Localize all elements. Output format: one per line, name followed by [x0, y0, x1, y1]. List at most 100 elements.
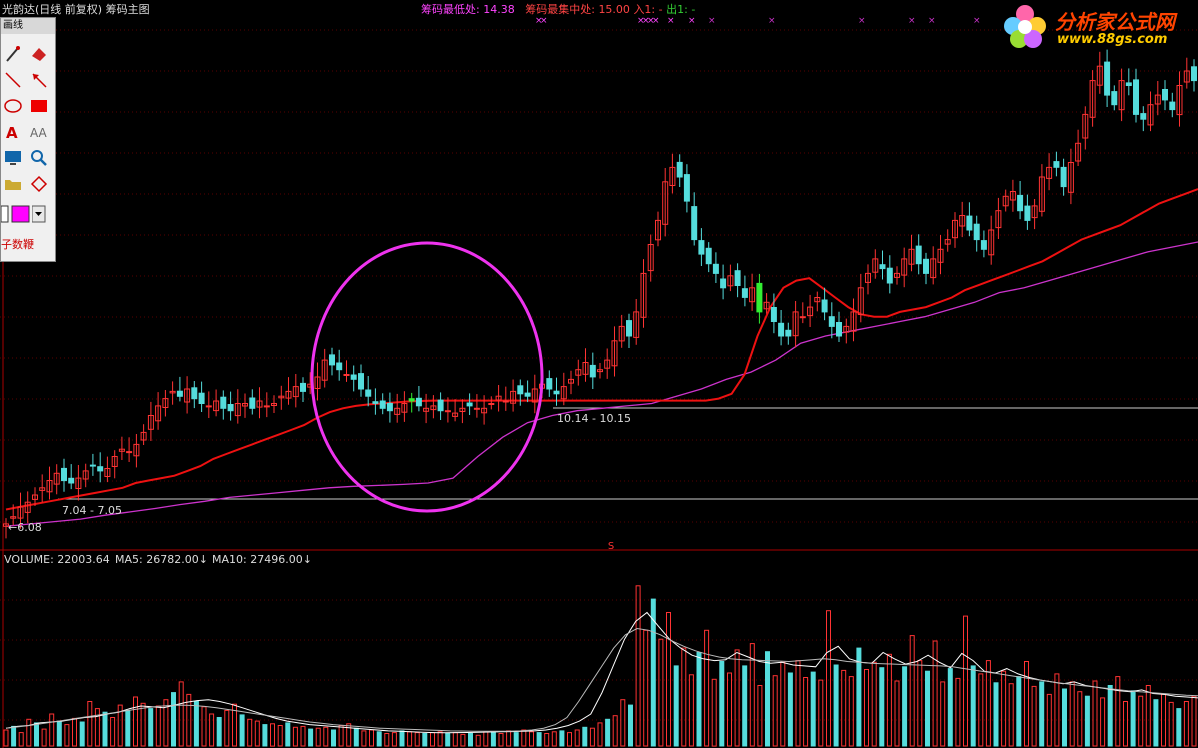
volume-bar [292, 726, 298, 747]
volume-bar [1130, 690, 1136, 747]
diamond-icon[interactable] [29, 174, 51, 194]
candle-body [444, 410, 451, 413]
volume-bar [993, 682, 999, 747]
candle-body [785, 329, 792, 337]
volume-bar [102, 711, 108, 747]
volume-bar [353, 727, 359, 747]
drawing-toolbox[interactable]: 画线 A AA 子数鞭 [0, 17, 56, 262]
candle-body [1104, 61, 1111, 96]
volume-bar [1107, 685, 1113, 747]
candle-body [799, 316, 806, 319]
candles [3, 49, 1197, 539]
candle-body [198, 392, 205, 405]
volume-bar [270, 723, 275, 747]
volume-bar [422, 733, 428, 747]
candle-body [205, 405, 212, 408]
volume-bar [818, 679, 824, 747]
volume-bar [536, 732, 542, 747]
volume-bar [490, 732, 496, 747]
volume-bar [79, 721, 85, 747]
volume-bar [955, 677, 961, 747]
candle-body [1125, 82, 1132, 87]
monitor-icon[interactable] [3, 148, 25, 168]
volume-bar [308, 728, 314, 747]
volume-ma5-label: MA5: 26782.00↓ [115, 553, 208, 566]
candle-body [698, 240, 705, 255]
price-min-label: ←6.08 [8, 521, 42, 534]
volume-bar [1024, 661, 1029, 747]
volume-bar [597, 722, 603, 747]
volume-bar [1183, 701, 1189, 747]
chart-area[interactable]: ×× ×××× × × × × × × × ×←6.087.04 - 7.0510.14 - 10… [0, 0, 1198, 748]
candle-body [886, 267, 893, 284]
ellipse-tool-icon[interactable] [3, 96, 25, 116]
candle-body [546, 378, 553, 390]
volume-bar [666, 612, 671, 747]
signal-mark: × [667, 16, 675, 26]
candle-body [756, 282, 763, 313]
arrow-tool-icon[interactable] [29, 70, 51, 90]
volume-bar [64, 724, 70, 747]
candle-body [828, 316, 835, 327]
color-swatch-magenta[interactable] [11, 204, 33, 224]
volume-bar [18, 732, 24, 747]
candle-body [778, 322, 785, 337]
volume-bar [445, 733, 451, 747]
candle-body [473, 407, 480, 410]
rectangle-tool-icon[interactable] [29, 96, 51, 116]
candle-body [1024, 205, 1031, 221]
candle-body [1140, 113, 1147, 120]
volume-bar [978, 673, 984, 747]
volume-bar [963, 615, 968, 747]
volume-bar [909, 635, 915, 747]
volume-bar [26, 718, 32, 747]
candle-body [386, 402, 393, 412]
toolbox-title: 画线 [1, 18, 55, 34]
chip-info: 筹码最低处: 14.38 筹码最集中处: 15.00 入1: - 出1: - [421, 1, 695, 17]
volume-bar [125, 709, 131, 747]
candle-body [923, 258, 929, 274]
volume-bar [589, 727, 595, 747]
volume-bar [437, 731, 443, 747]
chevron-down-icon[interactable] [31, 204, 46, 224]
candle-body [691, 206, 698, 241]
candle-body [466, 402, 473, 407]
volume-ma10-label: MA10: 27496.00↓ [212, 553, 312, 566]
text-tool-icon[interactable]: A [3, 122, 25, 142]
pen-icon[interactable] [3, 44, 25, 64]
candle-body [126, 451, 133, 454]
volume-bar [148, 708, 154, 747]
folder-icon[interactable] [3, 174, 25, 194]
volume-bar [879, 667, 885, 747]
magnifier-icon[interactable] [29, 148, 51, 168]
color-swatch-white[interactable] [0, 204, 9, 224]
volume-bar [391, 732, 397, 747]
ma-red-line [5, 188, 1198, 511]
volume-bar [1054, 673, 1060, 747]
candle-body [1017, 194, 1024, 212]
candle-body [249, 397, 256, 409]
eraser-icon[interactable] [29, 44, 51, 64]
candle-body [626, 320, 632, 337]
candle-body [589, 364, 596, 378]
volume-bar [780, 661, 786, 747]
exit-label: 出1: [666, 3, 688, 16]
volume-bar [72, 717, 77, 747]
volume-bar [985, 660, 991, 747]
volume-bar [1145, 685, 1151, 747]
volume-bars [3, 585, 1197, 747]
candle-body [372, 401, 379, 404]
candle-body [343, 374, 350, 376]
volume-bar [742, 665, 748, 747]
signal-mark: × [973, 16, 981, 26]
candle-body [1111, 91, 1118, 106]
candle-body [191, 387, 198, 400]
font-size-icon[interactable]: AA [29, 122, 51, 142]
line-tool-icon[interactable] [3, 70, 25, 90]
volume-bar [1123, 701, 1128, 747]
volume-bar [201, 706, 207, 747]
candle-body [966, 215, 973, 231]
volume-bar [521, 729, 527, 747]
low-label: 筹码最低处: [421, 3, 480, 16]
volume-bar [155, 705, 161, 747]
